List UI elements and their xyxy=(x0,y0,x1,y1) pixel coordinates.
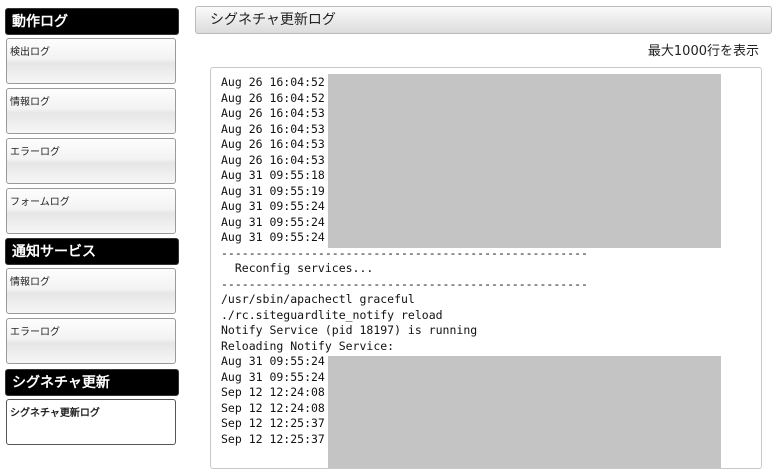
sidebar-item-notify-info-log[interactable]: 情報ログ xyxy=(6,268,176,314)
log-line: /usr/sbin/apachectl graceful xyxy=(221,292,415,306)
log-panel[interactable]: Aug 26 16:04:52 Aug 26 16:04:52 Aug 26 16:… xyxy=(210,67,762,469)
sidebar-item-error-log[interactable]: エラーログ xyxy=(6,138,176,184)
log-line: Notify Service (pid 18197) is running xyxy=(221,323,478,337)
log-line: ./rc.siteguardlite_notify reload xyxy=(221,307,443,322)
log-line: ----------------------------------------… xyxy=(221,276,588,291)
section-header-operation-log: 動作ログ xyxy=(5,8,179,35)
sidebar-item-signature-update-log[interactable]: シグネチャ更新ログ xyxy=(6,399,176,445)
page-title: シグネチャ更新ログ xyxy=(195,6,772,34)
section-header-notify-service: 通知サービス xyxy=(5,238,179,265)
sidebar-item-form-log[interactable]: フォームログ xyxy=(6,188,176,234)
log-line: Reloading Notify Service: xyxy=(221,338,395,353)
sidebar-item-info-log[interactable]: 情報ログ xyxy=(6,88,176,134)
main-content: シグネチャ更新ログ 最大1000行を表示 Aug 26 16:04:52 Aug … xyxy=(188,0,778,469)
sidebar-item-notify-error-log[interactable]: エラーログ xyxy=(6,318,176,364)
redacted-block xyxy=(328,74,721,248)
sidebar-item-detection-log[interactable]: 検出ログ xyxy=(6,38,176,84)
sidebar: 動作ログ 検出ログ 情報ログ エラーログ フォームログ 通知サービス 情報ログ … xyxy=(0,0,188,449)
section-header-signature-update: シグネチャ更新 xyxy=(5,369,179,396)
redacted-block xyxy=(328,356,721,468)
log-line: Reconfig services... xyxy=(221,261,374,275)
max-lines-label: 最大1000行を表示 xyxy=(647,44,759,59)
